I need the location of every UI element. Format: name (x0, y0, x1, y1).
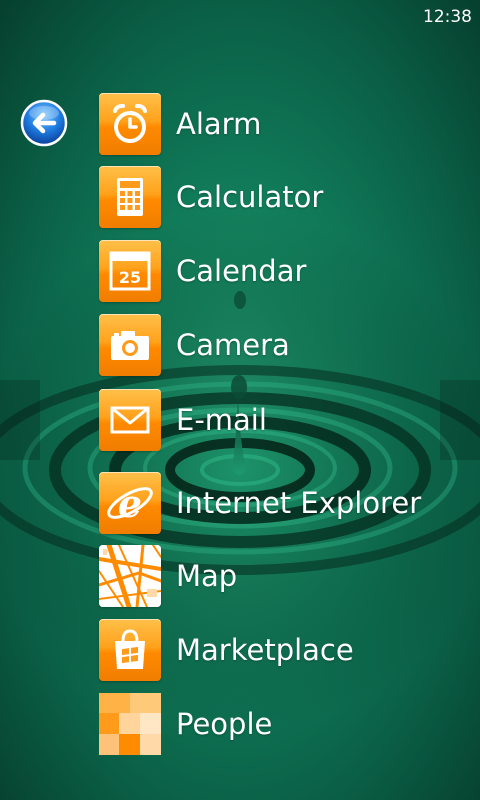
app-label-calendar: Calendar (176, 254, 307, 288)
app-item-email[interactable]: E-mail (99, 389, 479, 451)
app-item-alarm[interactable]: Alarm (99, 93, 479, 155)
app-item-camera[interactable]: Camera (99, 314, 479, 376)
status-bar: 12:38 (0, 0, 480, 34)
internet-explorer-icon: e (107, 481, 153, 526)
people-tiles-icon (99, 693, 161, 755)
calendar-icon: 25 (109, 251, 151, 291)
app-tile-email (99, 389, 161, 451)
app-label-map: Map (176, 559, 238, 593)
app-item-calculator[interactable]: Calculator (99, 166, 479, 228)
ie-letter: e (118, 481, 142, 526)
app-tile-map (99, 545, 161, 607)
app-label-alarm: Alarm (176, 107, 262, 141)
app-label-marketplace: Marketplace (176, 633, 354, 667)
app-label-people: People (176, 707, 273, 741)
calculator-icon (117, 178, 143, 216)
app-item-calendar[interactable]: 25 Calendar (99, 240, 479, 302)
app-item-marketplace[interactable]: Marketplace (99, 619, 479, 681)
app-item-map[interactable]: Map (99, 545, 479, 607)
shopping-bag-icon (115, 629, 145, 669)
app-tile-calculator (99, 166, 161, 228)
status-clock: 12:38 (423, 7, 472, 27)
app-label-internet-explorer: Internet Explorer (176, 486, 422, 520)
app-tile-camera (99, 314, 161, 376)
app-label-camera: Camera (176, 328, 290, 362)
back-arrow-icon (20, 99, 68, 147)
app-tile-calendar: 25 (99, 240, 161, 302)
app-label-email: E-mail (176, 403, 267, 437)
app-tile-marketplace (99, 619, 161, 681)
back-button[interactable] (20, 99, 68, 147)
app-item-internet-explorer[interactable]: e Internet Explorer (99, 472, 479, 534)
map-icon (99, 545, 161, 607)
calendar-day: 25 (119, 268, 141, 287)
alarm-clock-icon (113, 103, 147, 143)
app-tile-internet-explorer: e (99, 472, 161, 534)
app-label-calculator: Calculator (176, 180, 324, 214)
app-tile-people (99, 693, 161, 755)
app-tile-alarm (99, 93, 161, 155)
envelope-icon (110, 406, 150, 434)
app-item-people[interactable]: People (99, 693, 479, 755)
camera-icon (111, 331, 149, 360)
